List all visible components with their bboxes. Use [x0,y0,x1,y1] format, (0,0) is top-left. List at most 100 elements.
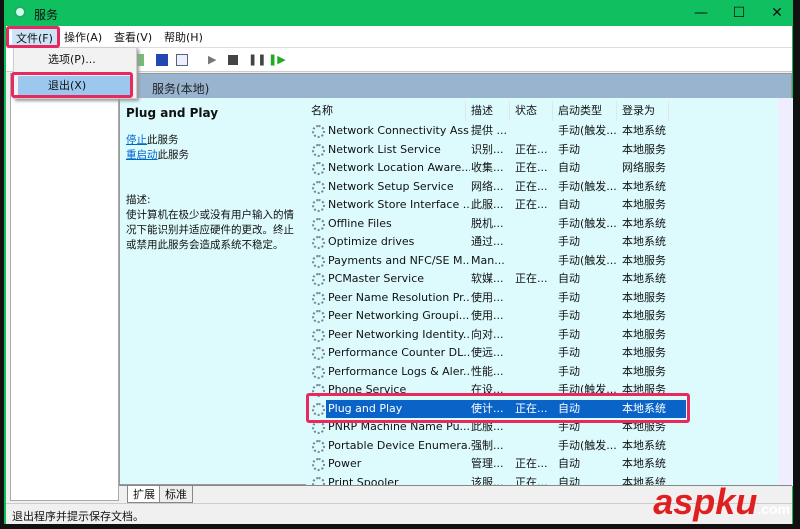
cell-startup: 手动(触发... [558,216,617,230]
restart-suffix: 此服务 [157,149,190,161]
cell-logon: 本地服务 [622,346,666,359]
cell-logon: 本地服务 [622,309,666,322]
cell-name: Network Connectivity Ass... [328,124,470,137]
cell-desc: 通过... [471,235,504,248]
cell-startup: 自动 [558,161,580,174]
cell-desc: 向对... [471,327,504,341]
minimize-button[interactable]: — [686,3,716,23]
cell-name: Peer Name Resolution Pr... [328,290,470,304]
cell-logon: 本地服务 [622,364,666,378]
cell-startup: 手动 [558,142,580,156]
service-row[interactable]: Portable Device Enumera... 强制... 手动(触发... 本… [306,437,686,455]
cell-name: Performance Counter DL... [328,346,470,359]
gear-icon [312,162,325,175]
cell-startup: 自动 [558,272,580,285]
service-row[interactable]: Network List Service 识别... 正在... 手动 本地服务 [306,141,686,159]
cell-logon: 本地服务 [622,142,666,156]
services-window: 服务 — ☐ ✕ 文件(F) 操作(A) 查看(V) 帮助(H) ▶ ❚❚ ❚▶… [4,0,793,524]
stop-service-link[interactable]: 停止 [126,134,147,146]
gear-icon [312,439,325,453]
service-row[interactable]: Peer Name Resolution Pr... 使用... 手动 本地服务 [306,289,686,307]
cell-startup: 手动 [558,235,580,248]
service-row[interactable]: PCMaster Service 软媒... 正在... 自动 本地系统 [306,270,686,288]
service-row[interactable]: Payments and NFC/SE M... Man... 手动(触发... 本地… [306,252,686,270]
cell-startup: 手动(触发... [558,438,617,452]
restart-icon[interactable]: ❚▶ [268,54,286,66]
service-row[interactable]: Optimize drives 通过... 手动 本地系统 [306,233,686,251]
gear-icon [312,365,325,379]
menu-view[interactable]: 查看(V) [114,29,152,45]
gear-icon [312,328,325,342]
service-row[interactable]: Network Store Interface ... 此服... 正在... 自动 本… [306,196,686,214]
gear-icon [312,125,325,138]
service-row[interactable]: Network Location Aware... 收集... 正在... 自动 网络服… [306,159,686,177]
cell-startup: 手动(触发... [558,124,617,137]
cell-logon: 本地服务 [622,253,666,267]
services-list[interactable]: 名称 描述 状态 启动类型 登录为 Network Connectivity A… [306,98,793,486]
service-row[interactable]: Power 管理... 正在... 自动 本地系统 [306,455,686,473]
cell-logon: 本地系统 [622,457,666,470]
menu-help[interactable]: 帮助(H) [164,29,203,45]
service-row[interactable]: Peer Networking Identity... 向对... 手动 本地服务 [306,326,686,344]
service-row[interactable]: Network Connectivity Ass... 提供 ... 手动(触发..… [306,122,686,140]
cell-status: 正在... [515,161,548,174]
cell-name: Power [328,457,362,470]
cell-logon: 本地系统 [622,235,666,248]
cell-desc: 性能... [471,364,504,378]
cell-startup: 手动 [558,364,580,378]
cell-startup: 自动 [558,457,580,470]
gear-icon [312,458,325,471]
cell-startup: 手动 [558,309,580,322]
service-row[interactable]: Peer Networking Groupi... 使用... 手动 本地服务 [306,307,686,325]
menu-item-options[interactable]: 选项(P)... [18,50,132,70]
service-row[interactable]: Performance Counter DL... 使远... 手动 本地服务 [306,344,686,362]
console-icon[interactable] [176,54,188,66]
services-app-icon [14,6,26,18]
gear-icon [312,310,325,323]
cell-name: Network Location Aware... [328,161,470,174]
help-icon[interactable] [156,54,168,66]
stop-icon[interactable] [228,55,238,65]
cell-desc: Man... [471,253,505,267]
restart-service-link[interactable]: 重启动 [126,149,158,161]
cell-name: Portable Device Enumera... [328,438,470,452]
service-row[interactable]: Performance Logs & Aler... 性能... 手动 本地服务 [306,363,686,381]
vertical-scrollbar[interactable] [778,98,793,486]
cell-name: Optimize drives [328,235,415,248]
menu-action[interactable]: 操作(A) [64,29,102,45]
col-logon[interactable]: 登录为 [617,101,669,121]
col-startup[interactable]: 启动类型 [553,101,617,121]
gear-icon [312,199,325,212]
cell-desc: 软媒... [471,272,504,285]
close-button[interactable]: ✕ [762,3,792,23]
tab-standard[interactable]: 标准 [159,486,193,503]
cell-desc: 使远... [471,346,504,359]
cell-desc: 强制... [471,438,504,452]
cell-desc: 脱机... [471,216,504,230]
cell-startup: 手动(触发... [558,253,617,267]
cell-logon: 本地系统 [622,124,666,137]
cell-startup: 手动 [558,346,580,359]
col-name[interactable]: 名称 [306,101,466,121]
service-row[interactable]: Offline Files 脱机... 手动(触发... 本地系统 [306,215,686,233]
desc-label: 描述: [126,194,151,206]
cell-desc: 网络... [471,179,504,193]
cell-name: Network Store Interface ... [328,198,470,211]
col-desc[interactable]: 描述 [466,101,510,121]
cell-status: 正在... [515,179,548,193]
cell-logon: 网络服务 [622,161,666,174]
cell-name: Payments and NFC/SE M... [328,253,470,267]
console-tree[interactable] [10,73,119,501]
service-row[interactable]: Network Setup Service 网络... 正在... 手动(触发... 本… [306,178,686,196]
cell-logon: 本地服务 [622,290,666,304]
cell-desc: 此服... [471,198,504,211]
col-status[interactable]: 状态 [510,101,553,121]
menu-bar: 文件(F) 操作(A) 查看(V) 帮助(H) [6,26,792,47]
pause-icon[interactable]: ❚❚ [248,54,266,66]
cell-logon: 本地服务 [622,327,666,341]
cell-status: 正在... [515,272,548,285]
tab-extended[interactable]: 扩展 [127,486,161,503]
highlight-exit [11,72,133,98]
maximize-button[interactable]: ☐ [724,3,754,23]
start-icon[interactable]: ▶ [208,54,220,66]
